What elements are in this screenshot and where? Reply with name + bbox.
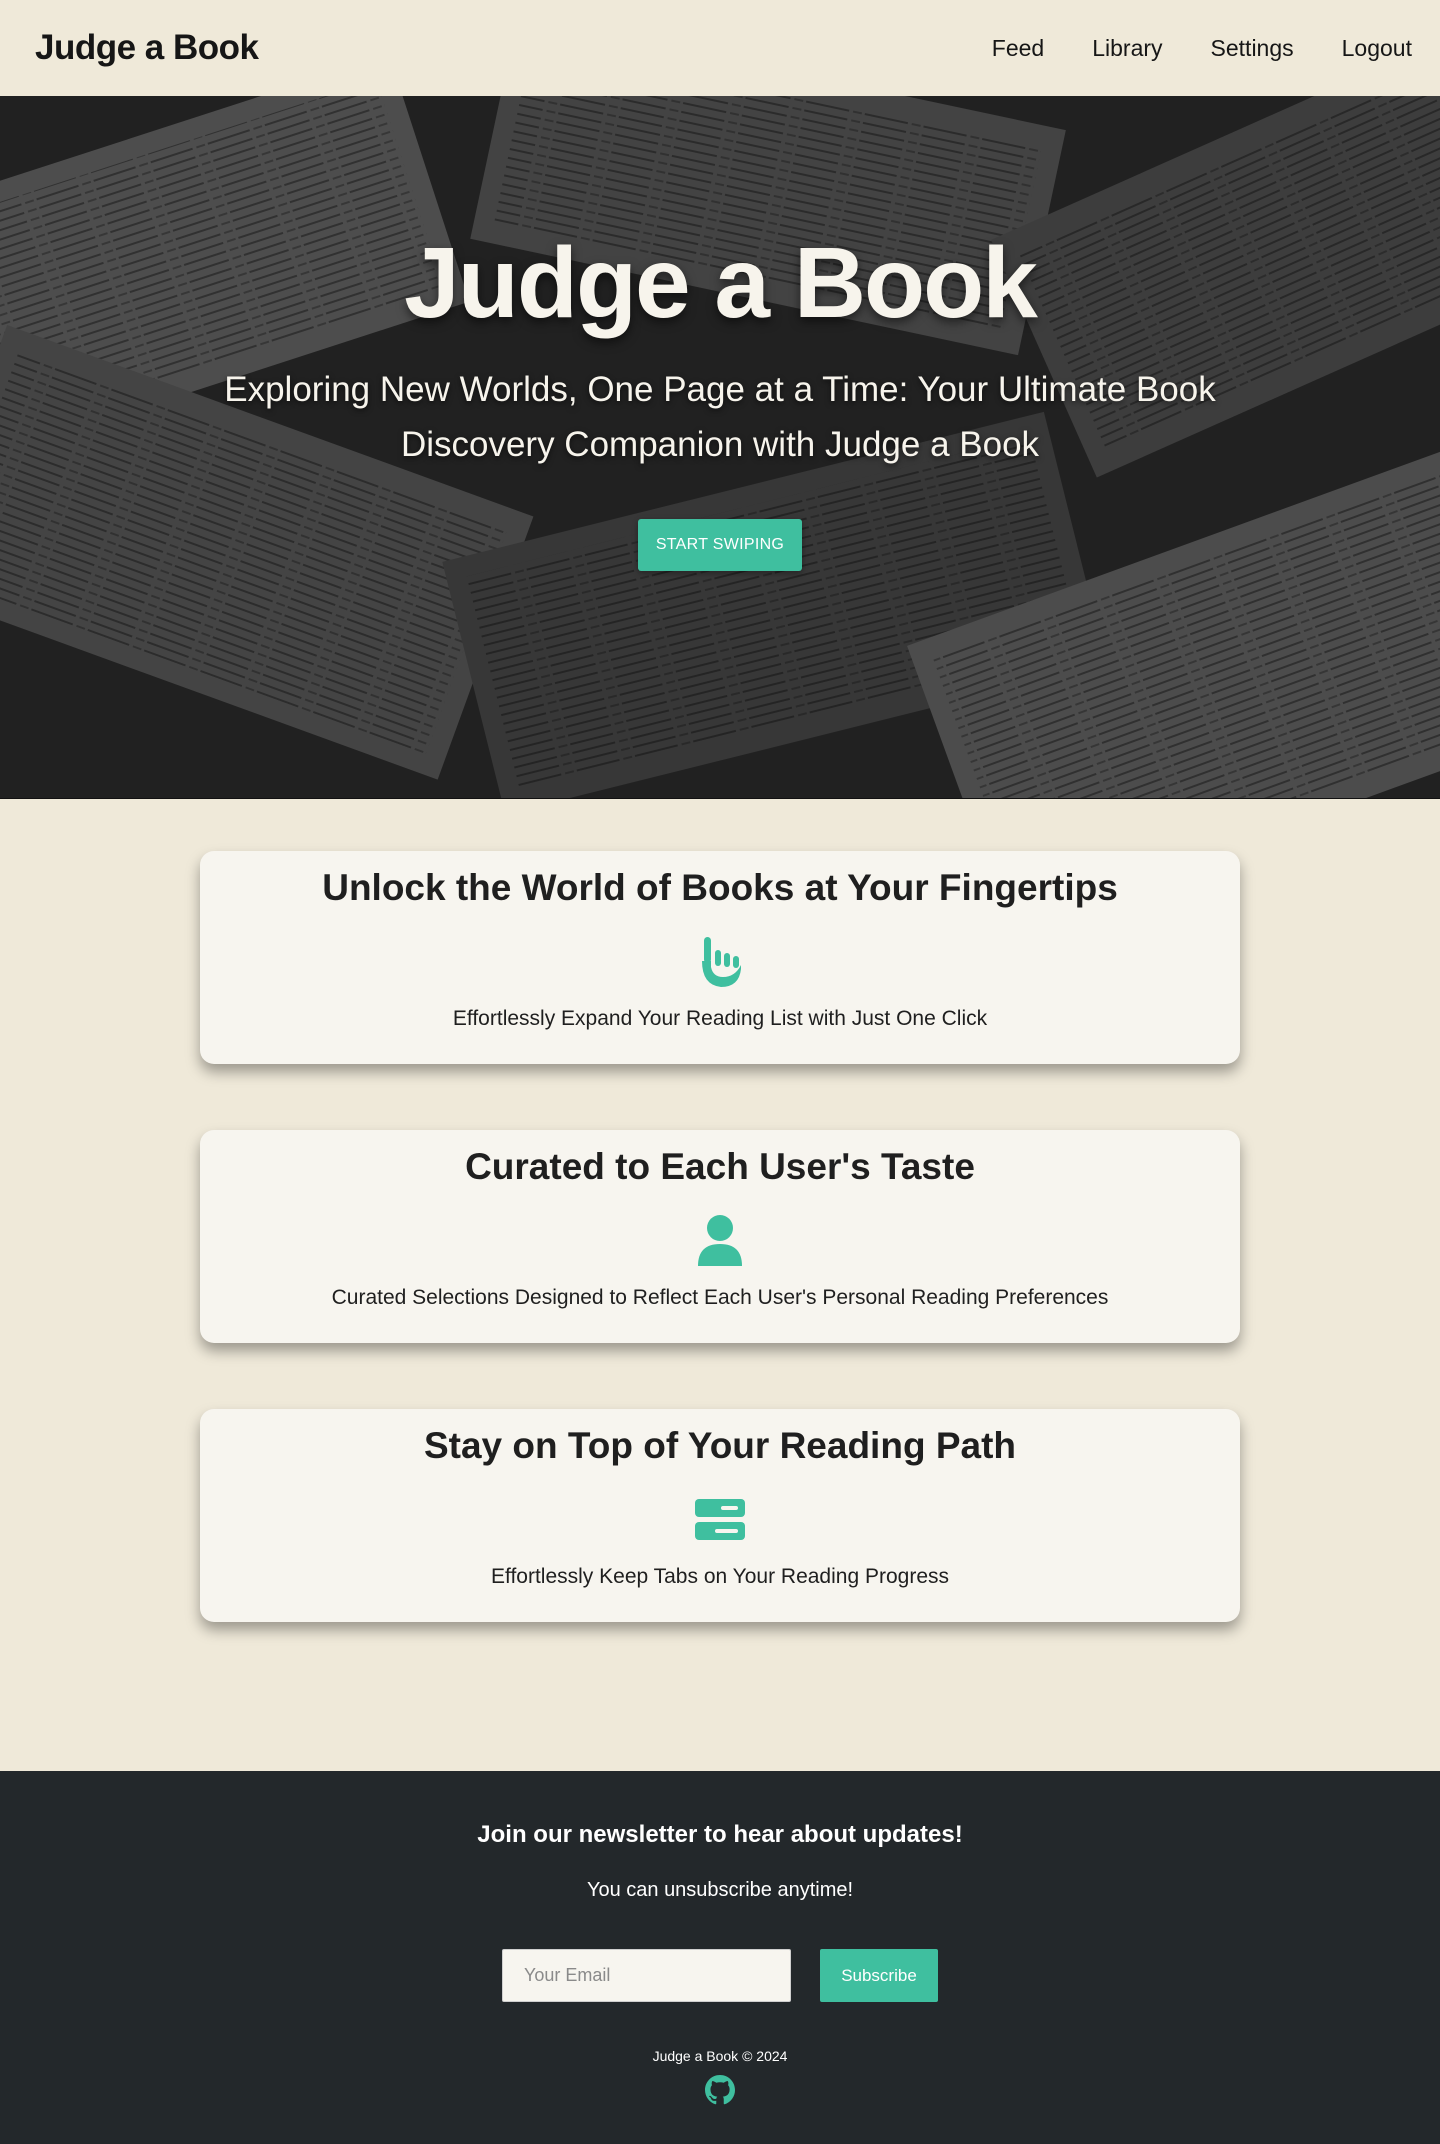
hero-content: Judge a Book Exploring New Worlds, One P… (0, 96, 1440, 798)
feature-card-reading-path: Stay on Top of Your Reading Path Effortl… (200, 1409, 1240, 1622)
navbar: Judge a Book Feed Library Settings Logou… (0, 0, 1440, 96)
newsletter-subheading: You can unsubscribe anytime! (586, 1879, 854, 1901)
feature-card-unlock: Unlock the World of Books at Your Finger… (200, 851, 1240, 1064)
feature-card-text: Effortlessly Keep Tabs on Your Reading P… (490, 1565, 949, 1588)
brand-logo-link[interactable]: Judge a Book (35, 28, 259, 68)
nav-link-feed[interactable]: Feed (992, 35, 1044, 62)
feature-card-text: Effortlessly Expand Your Reading List wi… (452, 1007, 988, 1030)
feature-card-title: Curated to Each User's Taste (465, 1146, 975, 1187)
hero-subtitle: Exploring New Worlds, One Page at a Time… (224, 370, 1216, 464)
github-icon[interactable] (705, 2075, 735, 2105)
feature-card-text: Curated Selections Designed to Reflect E… (331, 1286, 1109, 1309)
feature-card-title: Unlock the World of Books at Your Finger… (322, 867, 1118, 908)
hand-pointer-icon (702, 937, 741, 987)
feature-card-title: Stay on Top of Your Reading Path (423, 1425, 1017, 1466)
hero-section: Judge a Book Exploring New Worlds, One P… (0, 96, 1440, 799)
nav-link-library[interactable]: Library (1092, 35, 1162, 62)
nav-links: Feed Library Settings Logout (992, 35, 1412, 62)
copyright-text: Judge a Book © 2024 (652, 2048, 788, 2064)
footer: Join our newsletter to hear about update… (0, 1771, 1440, 2144)
server-icon (695, 1499, 745, 1540)
subscribe-button[interactable]: Subscribe (820, 1949, 938, 2002)
user-icon (698, 1215, 742, 1266)
start-swiping-button[interactable]: START SWIPING (638, 519, 802, 571)
email-input[interactable] (502, 1949, 791, 2002)
feature-card-curated: Curated to Each User's Taste Curated Sel… (200, 1130, 1240, 1343)
nav-link-settings[interactable]: Settings (1211, 35, 1294, 62)
nav-link-logout[interactable]: Logout (1342, 35, 1412, 62)
hero-title: Judge a Book (404, 227, 1038, 339)
newsletter-heading: Join our newsletter to hear about update… (477, 1821, 963, 1848)
